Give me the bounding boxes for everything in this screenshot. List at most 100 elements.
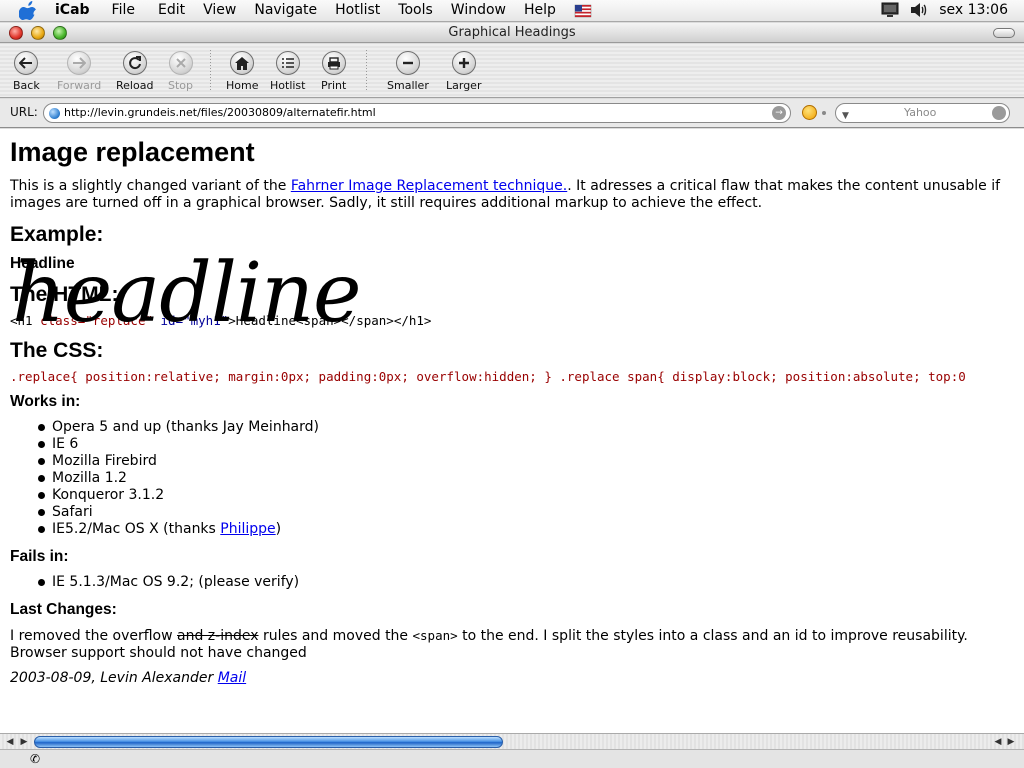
example-heading: Example: <box>10 223 104 246</box>
address-bar: URL: http://levin.grundeis.net/files/200… <box>0 99 1024 128</box>
volume-icon[interactable] <box>909 2 929 18</box>
css-heading: The CSS: <box>10 339 104 362</box>
menu-view[interactable]: View <box>203 2 236 19</box>
scroll-left-end-arrow-icon[interactable]: ◀ <box>992 736 1004 748</box>
list-item-text-end: ) <box>275 521 282 537</box>
stop-x-icon <box>168 51 193 75</box>
menu-tools[interactable]: Tools <box>398 2 433 19</box>
fails-in-list: IE 5.1.3/Mac OS 9.2; (please verify) <box>10 574 299 591</box>
intro-paragraph: This is a slightly changed variant of th… <box>10 178 1024 212</box>
page-content: Image replacement This is a slightly cha… <box>0 129 1024 733</box>
minimize-window-button[interactable] <box>31 26 45 40</box>
window-title: Graphical Headings <box>448 25 576 40</box>
window-titlebar: Graphical Headings <box>0 23 1024 43</box>
stop-label: Stop <box>168 79 194 92</box>
smaller-label: Smaller <box>387 79 429 92</box>
menu-navigate[interactable]: Navigate <box>254 2 317 19</box>
html-code-sample: <h1 class="replace" id="myh1">Headline<s… <box>10 312 431 329</box>
display-icon[interactable] <box>881 2 899 18</box>
toolbar-separator <box>210 50 211 92</box>
changes-strikethrough: and z-index <box>177 628 259 644</box>
close-window-button[interactable] <box>9 26 23 40</box>
menu-help[interactable]: Help <box>524 2 556 19</box>
fir-technique-link[interactable]: Fahrner Image Replacement technique. <box>291 178 567 194</box>
last-changes-heading: Last Changes: <box>10 601 117 618</box>
intro-text-before: This is a slightly changed variant of th… <box>10 178 291 194</box>
forward-label: Forward <box>57 79 102 92</box>
smiley-status-icon[interactable] <box>802 105 817 120</box>
example-headline-text: Headline <box>10 255 75 272</box>
code-id-attr: id="myh1" <box>160 313 229 328</box>
browser-toolbar: Back Forward Reload Stop Home Hotlist Pr… <box>0 44 1024 98</box>
smaller-text-button[interactable]: Smaller <box>387 51 429 92</box>
toolbar-separator <box>366 50 367 92</box>
page-title: Image replacement <box>10 137 255 167</box>
mail-link[interactable]: Mail <box>218 670 246 686</box>
menu-edit[interactable]: Edit <box>158 2 185 19</box>
list-item-text: IE5.2/Mac OS X (thanks <box>52 521 221 537</box>
scrollbar-thumb[interactable] <box>34 736 503 748</box>
larger-text-button[interactable]: Larger <box>446 51 481 92</box>
zoom-window-button[interactable] <box>53 26 67 40</box>
stop-button[interactable]: Stop <box>168 51 193 92</box>
changes-text-a: I removed the overflow <box>10 628 178 644</box>
print-label: Print <box>321 79 347 92</box>
changes-text-b: rules and moved the <box>258 628 413 644</box>
scroll-right-end-arrow-icon[interactable]: ▶ <box>1005 736 1017 748</box>
list-item: Opera 5 and up (thanks Jay Meinhard) <box>10 419 319 436</box>
forward-button[interactable]: Forward <box>57 51 101 92</box>
globe-icon <box>49 108 60 119</box>
home-icon <box>230 51 255 75</box>
print-button[interactable]: Print <box>321 51 346 92</box>
url-label: URL: <box>10 105 38 119</box>
hotlist-label: Hotlist <box>270 79 306 92</box>
search-placeholder: Yahoo <box>904 106 937 119</box>
works-in-heading: Works in: <box>10 393 81 410</box>
reload-label: Reload <box>116 79 154 92</box>
back-button[interactable]: Back <box>13 51 40 92</box>
minus-icon <box>395 51 420 75</box>
hotlist-button[interactable]: Hotlist <box>270 51 305 92</box>
list-item: Mozilla 1.2 <box>10 470 319 487</box>
url-input[interactable]: http://levin.grundeis.net/files/20030809… <box>43 103 791 123</box>
scroll-right-arrow-icon[interactable]: ▶ <box>18 736 30 748</box>
search-input[interactable]: ▼ Yahoo <box>835 103 1010 123</box>
reload-icon <box>122 51 147 75</box>
list-item: IE 5.1.3/Mac OS 9.2; (please verify) <box>10 574 299 591</box>
reload-button[interactable]: Reload <box>116 51 153 92</box>
search-engine-dropdown-icon[interactable]: ▼ <box>842 107 849 125</box>
menu-hotlist[interactable]: Hotlist <box>335 2 380 19</box>
code-tag-open: <h1 <box>10 313 41 328</box>
back-label: Back <box>13 79 40 92</box>
home-button[interactable]: Home <box>226 51 258 92</box>
print-icon <box>321 51 346 75</box>
fails-in-heading: Fails in: <box>10 548 69 565</box>
menu-app[interactable]: iCab <box>55 2 90 19</box>
works-in-list: Opera 5 and up (thanks Jay Meinhard) IE … <box>10 419 319 538</box>
scroll-left-arrow-icon[interactable]: ◀ <box>4 736 16 748</box>
url-text[interactable]: http://levin.grundeis.net/files/20030809… <box>64 106 376 119</box>
menubar-clock[interactable]: sex 13:06 <box>939 2 1008 18</box>
search-icon[interactable] <box>992 106 1006 120</box>
phone-icon: ✆ <box>30 752 41 766</box>
code-class-attr: class="replace" <box>40 313 153 328</box>
menu-window[interactable]: Window <box>451 2 506 19</box>
forward-arrow-icon <box>67 51 92 75</box>
menu-file[interactable]: File <box>112 2 135 19</box>
horizontal-scrollbar[interactable]: ◀ ▶ ◀ ▶ <box>0 733 1024 749</box>
list-item: Mozilla Firebird <box>10 453 319 470</box>
go-arrow-icon[interactable]: → <box>772 106 786 120</box>
list-item: IE 6 <box>10 436 319 453</box>
list-item: Konqueror 3.1.2 <box>10 487 319 504</box>
flag-icon[interactable] <box>574 3 592 19</box>
footer-text: 2003-08-09, Levin Alexander <box>10 670 218 686</box>
apple-icon[interactable] <box>19 1 37 20</box>
code-tag-rest: >Headline<span></span></h1> <box>228 313 432 328</box>
status-bar: ✆ <box>0 749 1024 768</box>
philippe-link[interactable]: Philippe <box>220 521 275 537</box>
toolbar-toggle-button[interactable] <box>993 28 1015 38</box>
html-heading: The HTML: <box>10 283 119 306</box>
list-item: IE5.2/Mac OS X (thanks Philippe) <box>10 521 319 538</box>
changes-span-code: <span> <box>412 628 458 643</box>
